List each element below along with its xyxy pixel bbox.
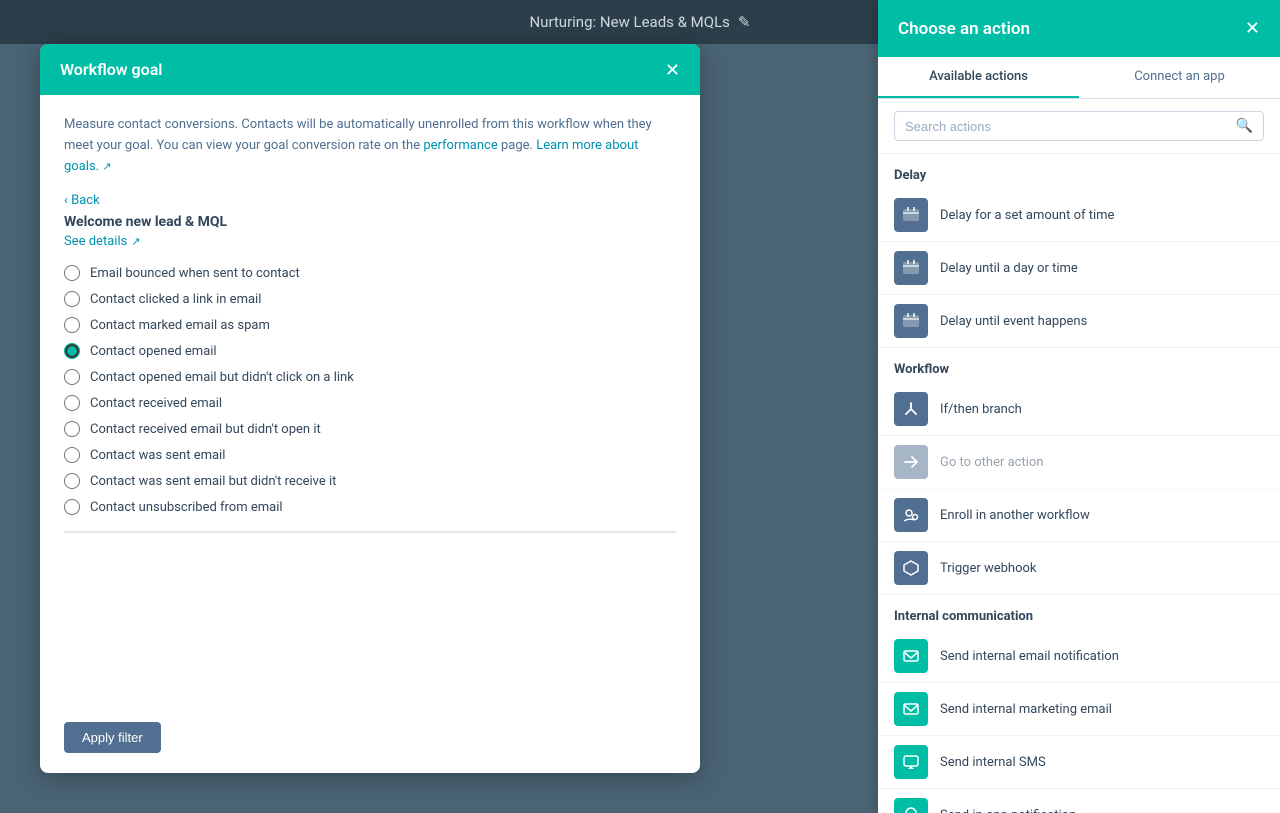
action-label-email-notif: Send internal email notification bbox=[940, 649, 1119, 664]
goal-title: Welcome new lead & MQL bbox=[64, 214, 676, 230]
radio-label[interactable]: Contact unsubscribed from email bbox=[90, 500, 283, 515]
action-item-delay-set[interactable]: Delay for a set amount of time bbox=[878, 189, 1280, 242]
radio-label[interactable]: Contact was sent email but didn't receiv… bbox=[90, 474, 336, 489]
action-label-go-to: Go to other action bbox=[940, 455, 1044, 470]
radio-item: Contact received email bbox=[64, 395, 676, 411]
radio-item: Contact was sent email but didn't receiv… bbox=[64, 473, 676, 489]
action-icon-delay-event bbox=[894, 304, 928, 338]
radio-r6[interactable] bbox=[64, 395, 80, 411]
action-icon-marketing-email bbox=[894, 692, 928, 726]
radio-r5[interactable] bbox=[64, 369, 80, 385]
action-icon-delay-day bbox=[894, 251, 928, 285]
see-details-link[interactable]: See details ↗ bbox=[64, 234, 676, 249]
action-label-delay-day: Delay until a day or time bbox=[940, 261, 1078, 276]
radio-label[interactable]: Contact opened email bbox=[90, 344, 217, 359]
tab-connect[interactable]: Connect an app bbox=[1079, 57, 1280, 98]
radio-label[interactable]: Contact was sent email bbox=[90, 448, 225, 463]
back-link[interactable]: ‹ Back bbox=[64, 193, 676, 208]
radio-r10[interactable] bbox=[64, 499, 80, 515]
action-label-marketing-email: Send internal marketing email bbox=[940, 702, 1112, 717]
search-input-wrap: 🔍 bbox=[894, 111, 1264, 141]
radio-item: Contact marked email as spam bbox=[64, 317, 676, 333]
tab-available[interactable]: Available actions bbox=[878, 57, 1079, 98]
action-icon-go-to bbox=[894, 445, 928, 479]
modal-title: Workflow goal bbox=[60, 60, 162, 79]
action-label-enroll: Enroll in another workflow bbox=[940, 508, 1090, 523]
radio-label[interactable]: Contact opened email but didn't click on… bbox=[90, 370, 354, 385]
radio-item: Contact unsubscribed from email bbox=[64, 499, 676, 515]
action-icon-in-app bbox=[894, 798, 928, 813]
apply-filter-button[interactable]: Apply filter bbox=[64, 722, 161, 753]
section-label-internal: Internal communication bbox=[878, 595, 1280, 630]
action-label-sms: Send internal SMS bbox=[940, 755, 1046, 770]
action-icon-webhook bbox=[894, 551, 928, 585]
action-item-sms[interactable]: Send internal SMS bbox=[878, 736, 1280, 789]
radio-item: Contact clicked a link in email bbox=[64, 291, 676, 307]
action-label-webhook: Trigger webhook bbox=[940, 561, 1037, 576]
modal-description: Measure contact conversions. Contacts wi… bbox=[64, 115, 676, 177]
action-label-if-then: If/then branch bbox=[940, 402, 1022, 417]
radio-item: Contact received email but didn't open i… bbox=[64, 421, 676, 437]
panel-tabs: Available actionsConnect an app bbox=[878, 57, 1280, 99]
action-panel-header: Choose an action ✕ bbox=[878, 0, 1280, 57]
action-icon-sms bbox=[894, 745, 928, 779]
search-icon: 🔍 bbox=[1236, 118, 1253, 134]
action-icon-email-notif bbox=[894, 639, 928, 673]
action-list: Delay Delay for a set amount of time Del… bbox=[878, 154, 1280, 813]
action-item-email-notif[interactable]: Send internal email notification bbox=[878, 630, 1280, 683]
modal-header: Workflow goal ✕ bbox=[40, 44, 700, 95]
radio-item: Email bounced when sent to contact bbox=[64, 265, 676, 281]
radio-r2[interactable] bbox=[64, 291, 80, 307]
radio-label[interactable]: Contact received email but didn't open i… bbox=[90, 422, 321, 437]
modal-close-button[interactable]: ✕ bbox=[665, 61, 680, 79]
section-label-delay: Delay bbox=[878, 154, 1280, 189]
action-item-delay-day[interactable]: Delay until a day or time bbox=[878, 242, 1280, 295]
radio-r1[interactable] bbox=[64, 265, 80, 281]
workflow-goal-modal: Workflow goal ✕ Measure contact conversi… bbox=[40, 44, 700, 773]
action-item-in-app[interactable]: Send in-app notification bbox=[878, 789, 1280, 813]
panel-close-button[interactable]: ✕ bbox=[1245, 18, 1260, 39]
action-item-go-to: Go to other action bbox=[878, 436, 1280, 489]
action-item-enroll[interactable]: Enroll in another workflow bbox=[878, 489, 1280, 542]
modal-divider bbox=[64, 531, 676, 533]
action-item-delay-event[interactable]: Delay until event happens bbox=[878, 295, 1280, 348]
radio-item: Contact opened email but didn't click on… bbox=[64, 369, 676, 385]
radio-r4[interactable] bbox=[64, 343, 80, 359]
section-label-workflow: Workflow bbox=[878, 348, 1280, 383]
radio-label[interactable]: Email bounced when sent to contact bbox=[90, 266, 300, 281]
action-item-marketing-email[interactable]: Send internal marketing email bbox=[878, 683, 1280, 736]
radio-r8[interactable] bbox=[64, 447, 80, 463]
action-panel-title: Choose an action bbox=[898, 19, 1030, 39]
performance-link[interactable]: performance bbox=[423, 138, 497, 153]
radio-list: Email bounced when sent to contact Contac… bbox=[64, 265, 676, 515]
panel-search: 🔍 bbox=[878, 99, 1280, 154]
action-item-if-then[interactable]: If/then branch bbox=[878, 383, 1280, 436]
radio-label[interactable]: Contact marked email as spam bbox=[90, 318, 270, 333]
action-label-in-app: Send in-app notification bbox=[940, 808, 1076, 813]
radio-label[interactable]: Contact received email bbox=[90, 396, 222, 411]
action-icon-enroll bbox=[894, 498, 928, 532]
action-label-delay-event: Delay until event happens bbox=[940, 314, 1087, 329]
modal-footer: Apply filter bbox=[40, 710, 700, 773]
action-icon-if-then bbox=[894, 392, 928, 426]
radio-label[interactable]: Contact clicked a link in email bbox=[90, 292, 261, 307]
edit-icon[interactable]: ✎ bbox=[738, 13, 751, 31]
action-item-webhook[interactable]: Trigger webhook bbox=[878, 542, 1280, 595]
action-icon-delay-set bbox=[894, 198, 928, 232]
search-input[interactable] bbox=[905, 119, 1228, 134]
action-panel: Choose an action ✕ Available actionsConn… bbox=[878, 0, 1280, 813]
radio-r9[interactable] bbox=[64, 473, 80, 489]
radio-item: Contact was sent email bbox=[64, 447, 676, 463]
radio-r7[interactable] bbox=[64, 421, 80, 437]
radio-r3[interactable] bbox=[64, 317, 80, 333]
workflow-title: Nurturing: New Leads & MQLs bbox=[529, 13, 729, 31]
radio-item: Contact opened email bbox=[64, 343, 676, 359]
action-label-delay-set: Delay for a set amount of time bbox=[940, 208, 1114, 223]
modal-body: Measure contact conversions. Contacts wi… bbox=[40, 95, 700, 710]
